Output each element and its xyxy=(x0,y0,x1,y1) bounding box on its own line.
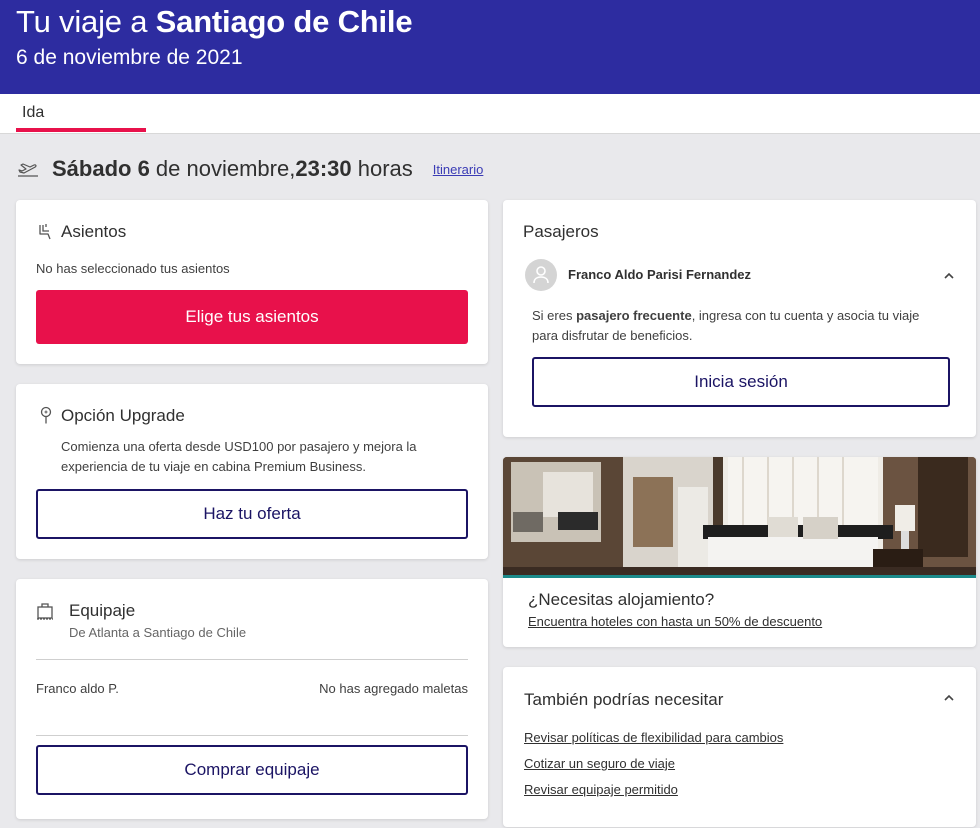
flight-datetime: Sábado 6 de noviembre,23:30 horas xyxy=(52,156,413,182)
trip-date: 6 de noviembre de 2021 xyxy=(16,46,243,69)
extras-title: También podrías necesitar xyxy=(524,690,724,709)
baggage-status: No has agregado maletas xyxy=(319,681,468,696)
frequent-flyer-info-bold: pasajero frecuente xyxy=(576,308,692,323)
seat-icon xyxy=(39,224,51,240)
trip-header: Tu viaje a Santiago de Chile 6 de noviem… xyxy=(0,0,980,94)
baggage-card: Equipaje De Atlanta a Santiago de Chile … xyxy=(16,579,488,819)
suitcase-icon xyxy=(37,603,53,620)
flight-month: de noviembre, xyxy=(149,156,296,181)
hotel-room-illustration xyxy=(503,457,976,575)
frequent-flyer-info: Si eres pasajero frecuente, ingresa con … xyxy=(532,306,942,346)
baggage-title: Equipaje xyxy=(69,601,136,620)
make-offer-button[interactable]: Haz tu oferta xyxy=(36,489,468,539)
flight-hours-label: horas xyxy=(351,156,413,181)
seats-status: No has seleccionado tus asientos xyxy=(36,261,230,276)
upgrade-title: Opción Upgrade xyxy=(61,406,185,425)
baggage-route: De Atlanta a Santiago de Chile xyxy=(69,625,247,640)
trip-destination: Santiago de Chile xyxy=(155,4,413,39)
allowed-baggage-link[interactable]: Revisar equipaje permitido xyxy=(524,782,678,797)
baggage-passenger: Franco aldo P. xyxy=(36,681,119,696)
upgrade-tag-icon xyxy=(40,406,52,424)
chevron-up-icon[interactable] xyxy=(943,692,955,704)
tab-ida[interactable]: Ida xyxy=(16,94,146,132)
hotel-title: ¿Necesitas alojamiento? xyxy=(528,590,715,609)
upgrade-description: Comienza una oferta desde USD100 por pas… xyxy=(61,439,417,474)
plane-takeoff-icon xyxy=(18,163,38,177)
hotel-accent-bar xyxy=(503,575,976,578)
seats-card: Asientos No has seleccionado tus asiento… xyxy=(16,200,488,364)
flexibility-policy-link[interactable]: Revisar políticas de flexibilidad para c… xyxy=(524,730,783,745)
extras-card: También podrías necesitar Revisar políti… xyxy=(503,667,976,827)
trip-title: Tu viaje a Santiago de Chile xyxy=(16,2,964,42)
user-icon xyxy=(533,266,549,284)
hotel-card: ¿Necesitas alojamiento? Encuentra hotele… xyxy=(503,457,976,647)
seats-title: Asientos xyxy=(61,222,127,241)
flight-day: Sábado 6 xyxy=(52,156,150,181)
passenger-name: Franco Aldo Parisi Fernandez xyxy=(568,267,752,282)
baggage-divider-2 xyxy=(36,735,468,736)
chevron-up-icon[interactable] xyxy=(943,270,955,282)
avatar xyxy=(525,259,557,291)
flight-time: 23:30 xyxy=(295,156,352,181)
hotel-discount-link[interactable]: Encuentra hoteles con hasta un 50% de de… xyxy=(528,614,822,629)
itinerary-link[interactable]: Itinerario xyxy=(433,162,484,177)
upgrade-card: Opción Upgrade Comienza una oferta desde… xyxy=(16,384,488,559)
tab-bar: Ida xyxy=(0,94,980,134)
buy-baggage-button[interactable]: Comprar equipaje xyxy=(36,745,468,795)
frequent-flyer-info-pre: Si eres xyxy=(532,308,577,323)
choose-seats-button[interactable]: Elige tus asientos xyxy=(36,290,468,344)
trip-title-prefix: Tu viaje a xyxy=(16,4,148,39)
passengers-title: Pasajeros xyxy=(523,222,599,241)
hotel-room-image xyxy=(503,457,976,575)
flight-summary: Sábado 6 de noviembre,23:30 horas Itiner… xyxy=(16,152,483,186)
travel-insurance-link[interactable]: Cotizar un seguro de viaje xyxy=(524,756,675,771)
login-button[interactable]: Inicia sesión xyxy=(532,357,950,407)
passengers-card: Pasajeros Franco Aldo Parisi Fernandez S… xyxy=(503,200,976,437)
baggage-divider xyxy=(36,659,468,660)
